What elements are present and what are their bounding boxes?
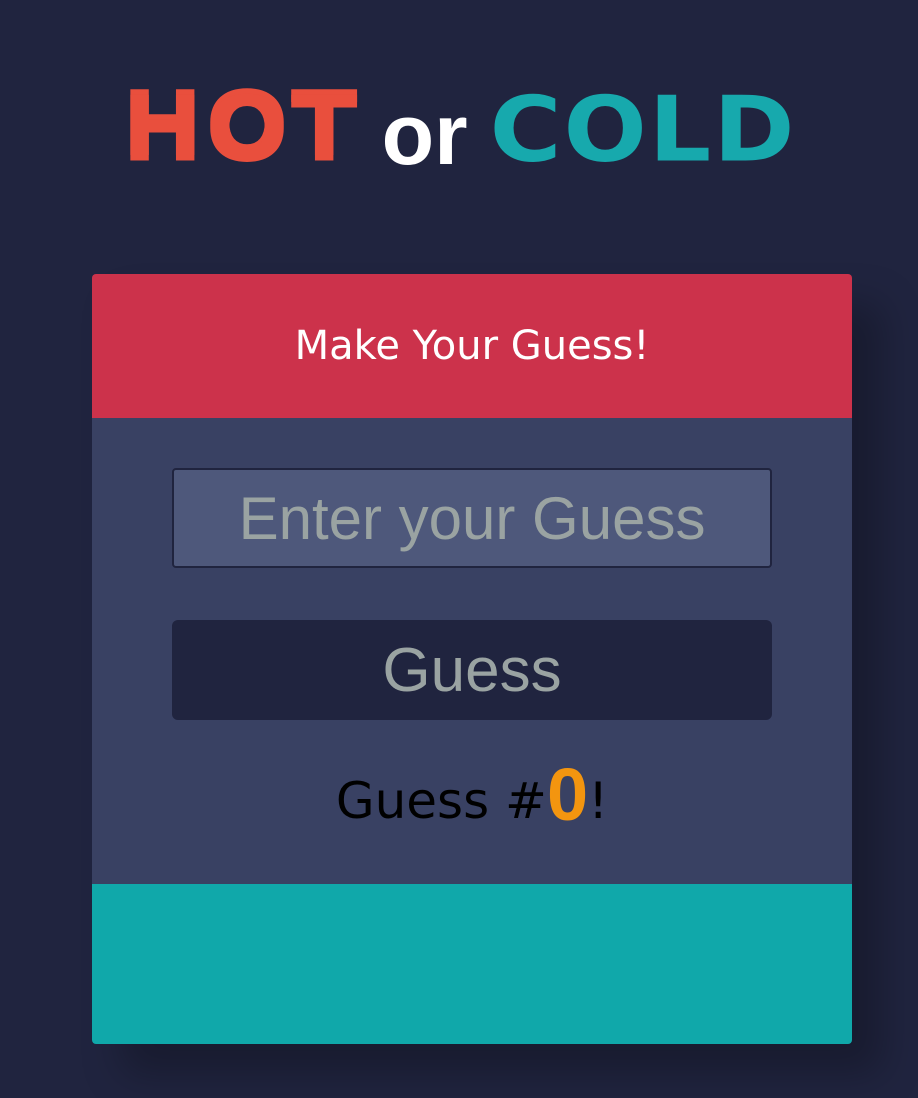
game-title: HOT or COLD (0, 70, 918, 190)
title-hot: HOT (121, 77, 360, 183)
card-header-title: Make Your Guess! (294, 323, 650, 369)
guess-button[interactable]: Guess (172, 620, 772, 720)
guess-counter-prefix: Guess # (335, 772, 547, 830)
card-header: Make Your Guess! (92, 274, 852, 418)
guess-counter: Guess #0! (92, 758, 852, 832)
title-cold: COLD (489, 77, 797, 183)
page: { "title": { "hot": "HOT", "or": "or", "… (0, 0, 918, 1098)
feedback-panel (92, 884, 852, 1044)
guess-counter-value: 0 (546, 753, 589, 836)
card-body: Guess Guess #0! (92, 418, 852, 884)
guess-input[interactable] (172, 468, 772, 568)
guess-card: Make Your Guess! Guess Guess #0! (92, 274, 852, 1044)
guess-counter-suffix: ! (588, 772, 609, 830)
title-or: or (381, 86, 468, 183)
